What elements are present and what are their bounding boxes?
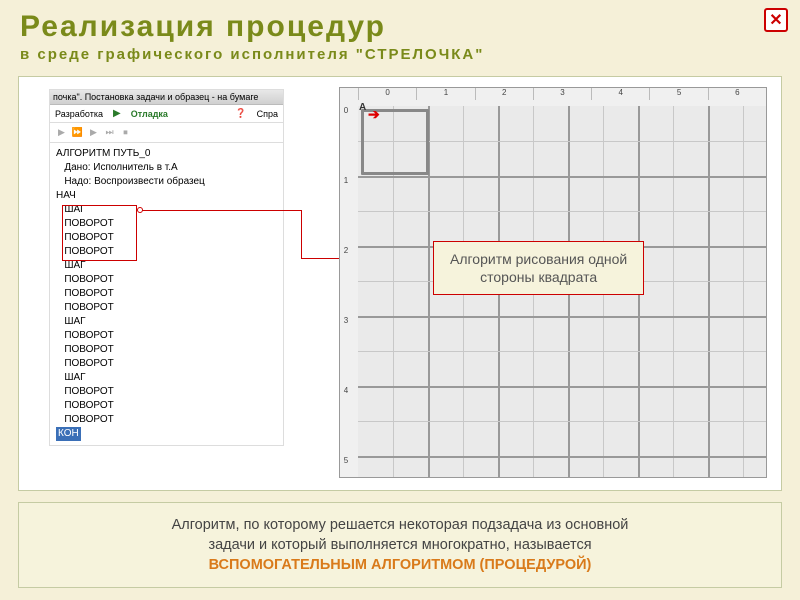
stop-icon[interactable]: ⏹ <box>119 126 132 139</box>
code-line: АЛГОРИТМ ПУТЬ_0 <box>56 147 277 161</box>
ruler-mark: 0 <box>340 106 352 176</box>
help-icon: ❓ <box>235 108 246 119</box>
point-a-label: А <box>359 102 366 113</box>
ruler-mark: 2 <box>475 88 533 100</box>
ruler-mark: 2 <box>340 246 352 316</box>
code-line: ШАГ <box>56 315 277 329</box>
code-line: ПОВОРОТ <box>56 343 277 357</box>
fast-icon[interactable]: ⏭ <box>103 126 116 139</box>
footer-note: Алгоритм, по которому решается некоторая… <box>18 502 782 588</box>
run-icon[interactable]: ▶ <box>87 126 100 139</box>
grid-canvas[interactable]: А ➔ Алгоритм рисования одной стороны ква… <box>358 106 766 477</box>
code-line: ПОВОРОТ <box>56 231 277 245</box>
window-title: почка". Постановка задачи и образец - на… <box>50 90 283 105</box>
play-icon: ▶ <box>113 108 121 119</box>
callout-box: Алгоритм рисования одной стороны квадрат… <box>433 241 644 295</box>
ruler-mark: 3 <box>533 88 591 100</box>
code-line: ПОВОРОТ <box>56 413 277 427</box>
code-panel: почка". Постановка задачи и образец - на… <box>49 89 284 446</box>
page-title: Реализация процедур <box>20 10 780 44</box>
callout-text: стороны квадрата <box>450 268 627 286</box>
code-line: НАЧ <box>56 189 277 203</box>
ruler-top: 0 1 2 3 4 5 6 <box>358 88 766 100</box>
code-line: Дано: Исполнитель в т.А <box>56 161 277 175</box>
connector-line-2 <box>301 210 302 258</box>
code-line: Надо: Воспроизвести образец <box>56 175 277 189</box>
ruler-mark: 0 <box>358 88 416 100</box>
toolbar: Разработка ▶ Отладка ❓ Спра <box>50 105 283 123</box>
header: Реализация процедур в среде графического… <box>0 0 800 68</box>
code-line: ПОВОРОТ <box>56 385 277 399</box>
ruler-mark: 1 <box>340 176 352 246</box>
code-line-end: КОН <box>56 427 81 441</box>
play-icon[interactable]: ▶ <box>55 126 68 139</box>
code-line: ШАГ <box>56 259 277 273</box>
ruler-mark: 4 <box>340 386 352 456</box>
code-line: ПОВОРОТ <box>56 217 277 231</box>
footer-emphasis: ВСПОМОГАТЕЛЬНЫМ АЛГОРИТМОМ (ПРОЦЕДУРОЙ) <box>209 557 592 573</box>
code-line: ПОВОРОТ <box>56 399 277 413</box>
grid-panel: 0 1 2 3 4 5 6 0 1 2 3 4 5 <box>339 87 767 478</box>
callout-text: Алгоритм рисования одной <box>450 250 627 268</box>
ruler-mark: 4 <box>591 88 649 100</box>
code-line: ПОВОРОТ <box>56 245 277 259</box>
ruler-mark: 3 <box>340 316 352 386</box>
step-icon[interactable]: ⏩ <box>71 126 84 139</box>
tab-dev[interactable]: Разработка <box>55 109 103 119</box>
main-area: почка". Постановка задачи и образец - на… <box>18 76 782 491</box>
ruler-mark: 1 <box>416 88 474 100</box>
ruler-mark: 6 <box>708 88 766 100</box>
ruler-left: 0 1 2 3 4 5 <box>340 106 352 526</box>
code-line: ПОВОРОТ <box>56 273 277 287</box>
code-body: АЛГОРИТМ ПУТЬ_0 Дано: Исполнитель в т.А … <box>50 143 283 445</box>
code-line: ШАГ <box>56 203 277 217</box>
code-line: ШАГ <box>56 371 277 385</box>
icon-toolbar: ▶ ⏩ ▶ ⏭ ⏹ <box>50 123 283 143</box>
code-line: ПОВОРОТ <box>56 287 277 301</box>
footer-text: задачи и который выполняется многократно… <box>208 537 591 553</box>
footer-text: Алгоритм, по которому решается некоторая… <box>172 517 629 533</box>
code-line: ПОВОРОТ <box>56 301 277 315</box>
tab-help[interactable]: Спра <box>257 109 278 119</box>
ruler-mark: 5 <box>649 88 707 100</box>
tab-debug[interactable]: Отладка <box>131 109 168 119</box>
page-subtitle: в среде графического исполнителя "СТРЕЛО… <box>20 46 780 63</box>
code-line: ПОВОРОТ <box>56 357 277 371</box>
close-button[interactable]: ✕ <box>764 8 788 32</box>
code-line: ПОВОРОТ <box>56 329 277 343</box>
cursor-arrow-icon: ➔ <box>368 106 380 123</box>
